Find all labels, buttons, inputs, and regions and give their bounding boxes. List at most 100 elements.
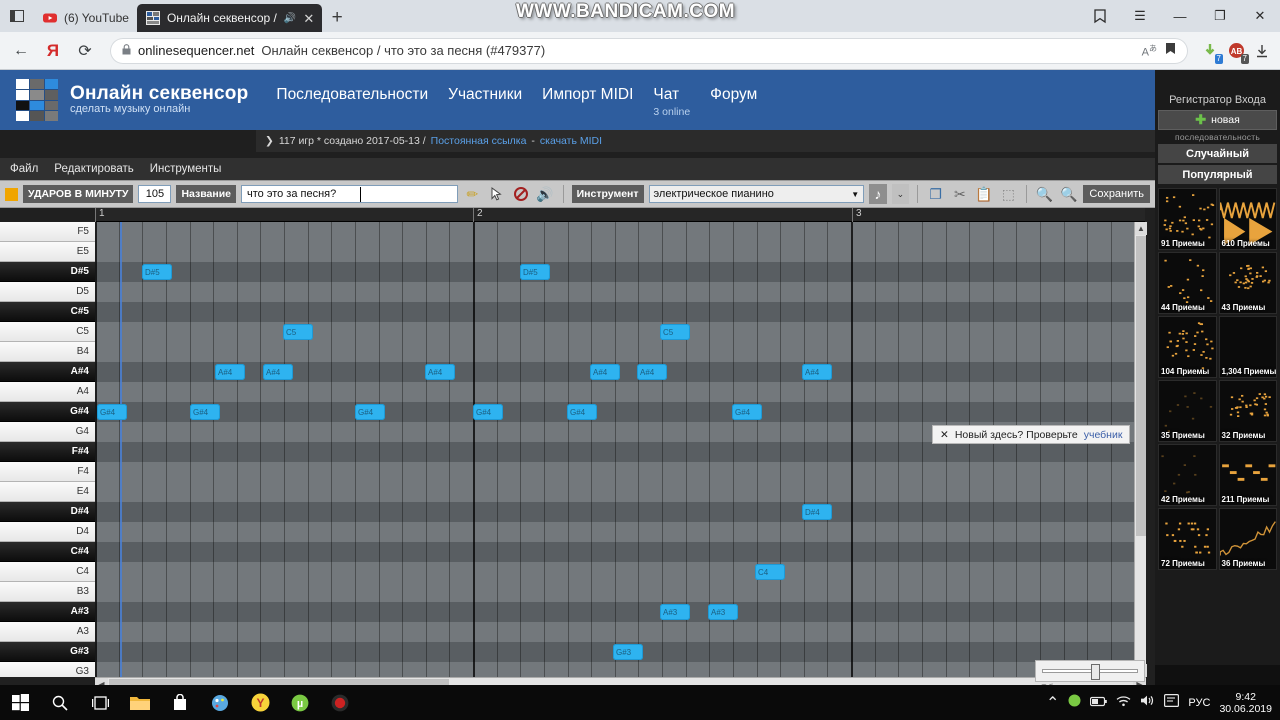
note-block[interactable]: A#4 — [637, 364, 667, 380]
sidebar-tab-random[interactable]: Случайный — [1158, 144, 1277, 163]
piano-key[interactable]: A#3 — [0, 602, 95, 622]
grid-row[interactable] — [95, 302, 1145, 322]
vscroll-thumb[interactable] — [1136, 236, 1146, 536]
reload-icon[interactable]: ⟳ — [70, 36, 100, 66]
zoom-out-icon[interactable]: 🔍 — [1059, 183, 1078, 205]
note-grid[interactable]: G#4D#5G#4A#4A#4C5G#4A#4E3D#5G#4F3A#4G#4F… — [95, 222, 1145, 677]
sequence-thumbnail[interactable]: 42 Приемы — [1158, 444, 1217, 506]
grid-row[interactable] — [95, 402, 1145, 422]
sequence-thumbnail[interactable]: 104 Приемы — [1158, 316, 1217, 378]
grid-row[interactable] — [95, 622, 1145, 642]
piano-key[interactable]: D#5 — [0, 262, 95, 282]
note-block[interactable]: C5 — [660, 324, 690, 340]
scroll-up-icon[interactable]: ▲ — [1135, 222, 1147, 235]
volume-track[interactable] — [1042, 669, 1138, 673]
site-logo-text[interactable]: Онлайн секвенсор сделать музыку онлайн — [70, 84, 248, 115]
note-block[interactable]: G#4 — [190, 404, 220, 420]
taskview-icon[interactable] — [80, 685, 120, 720]
select-icon[interactable]: ⬚ — [999, 183, 1018, 205]
grid-row[interactable] — [95, 462, 1145, 482]
taskbar-clock[interactable]: 9:42 30.06.2019 — [1219, 691, 1272, 715]
grid-row[interactable] — [95, 282, 1145, 302]
note-block[interactable]: D#5 — [520, 264, 550, 280]
search-icon[interactable] — [40, 685, 80, 720]
volume-icon[interactable] — [1140, 694, 1155, 712]
sidebar-tab-popular[interactable]: Популярный — [1158, 165, 1277, 184]
note-block[interactable]: G#4 — [473, 404, 503, 420]
vertical-scrollbar[interactable]: ▲ ▼ — [1134, 222, 1146, 677]
close-icon[interactable]: ✕ — [940, 429, 949, 441]
piano-key[interactable]: E4 — [0, 482, 95, 502]
cursor-tool-icon[interactable] — [487, 183, 506, 205]
volume-tool-icon[interactable]: 🔊 — [535, 183, 554, 205]
note-block[interactable]: A#4 — [802, 364, 832, 380]
nav-item-forum[interactable]: Форум — [710, 86, 757, 104]
paint-icon[interactable] — [200, 685, 240, 720]
tab-sound-icon[interactable]: 🔊 — [284, 13, 296, 24]
piano-key[interactable]: G4 — [0, 422, 95, 442]
piano-key[interactable]: F5 — [0, 222, 95, 242]
note-block[interactable]: A#3 — [660, 604, 690, 620]
tab-online-sequencer[interactable]: Онлайн секвенсор / 🔊 ✕ — [137, 4, 322, 32]
piano-key[interactable]: D5 — [0, 282, 95, 302]
save-button[interactable]: Сохранить — [1083, 185, 1150, 203]
new-tab-button[interactable]: + — [322, 4, 352, 32]
nav-link[interactable]: Импорт MIDI — [542, 86, 633, 104]
yandex-browser-icon[interactable]: Y — [240, 685, 280, 720]
download-helper-icon[interactable]: 7 — [1198, 39, 1222, 63]
nav-item-members[interactable]: Участники — [448, 86, 522, 104]
piano-key[interactable]: A4 — [0, 382, 95, 402]
minimize-icon[interactable]: — — [1160, 0, 1200, 32]
grid-row[interactable] — [95, 542, 1145, 562]
show-hidden-icons[interactable]: ⌃ — [1046, 693, 1059, 713]
menu-file[interactable]: Файл — [10, 163, 38, 175]
note-block[interactable]: D#5 — [142, 264, 172, 280]
nav-item-import-midi[interactable]: Импорт MIDI — [542, 86, 633, 104]
tutorial-link[interactable]: учебник — [1084, 429, 1123, 441]
back-icon[interactable]: ← — [6, 36, 36, 66]
grid-row[interactable] — [95, 222, 1145, 242]
grid-row[interactable] — [95, 242, 1145, 262]
menu-edit[interactable]: Редактировать — [54, 163, 133, 175]
grid-row[interactable] — [95, 382, 1145, 402]
note-block[interactable]: C5 — [283, 324, 313, 340]
menu-tools[interactable]: Инструменты — [150, 163, 222, 175]
bookmark-manager-icon[interactable] — [1080, 0, 1120, 32]
grid-row[interactable] — [95, 342, 1145, 362]
note-block[interactable]: A#4 — [263, 364, 293, 380]
grid-row[interactable] — [95, 442, 1145, 462]
tab-close-icon[interactable]: ✕ — [303, 12, 314, 25]
cut-icon[interactable]: ✂ — [950, 183, 969, 205]
zoom-in-icon[interactable]: 🔍 — [1035, 183, 1054, 205]
note-block[interactable]: G#3 — [613, 644, 643, 660]
note-block[interactable]: A#3 — [708, 604, 738, 620]
grid-row[interactable] — [95, 502, 1145, 522]
instrument-select[interactable]: электрическое пианино ▼ — [649, 185, 865, 203]
note-block[interactable]: A#4 — [590, 364, 620, 380]
maximize-icon[interactable]: ❐ — [1200, 0, 1240, 32]
grid-row[interactable] — [95, 482, 1145, 502]
grid-row[interactable] — [95, 262, 1145, 282]
piano-key[interactable]: G#3 — [0, 642, 95, 662]
grid-row[interactable] — [95, 662, 1145, 677]
utorrent-icon[interactable]: µ — [280, 685, 320, 720]
start-button-icon[interactable] — [0, 685, 40, 720]
piano-key[interactable]: G3 — [0, 662, 95, 677]
piano-key[interactable]: G#4 — [0, 402, 95, 422]
sequence-thumbnail[interactable]: 43 Приемы — [1219, 252, 1278, 314]
nav-item-sequences[interactable]: Последовательности — [276, 86, 428, 104]
language-indicator[interactable]: РУС — [1188, 697, 1210, 709]
piano-key[interactable]: E5 — [0, 242, 95, 262]
nav-item-chat[interactable]: Чат 3 online — [653, 86, 690, 118]
copy-icon[interactable]: ❐ — [926, 183, 945, 205]
playhead[interactable] — [120, 222, 122, 677]
nav-link[interactable]: Чат — [653, 86, 690, 104]
microsoft-store-icon[interactable] — [160, 685, 200, 720]
piano-key[interactable]: A#4 — [0, 362, 95, 382]
volume-thumb[interactable] — [1091, 664, 1100, 680]
note-block[interactable]: G#4 — [732, 404, 762, 420]
note-block[interactable]: A#4 — [215, 364, 245, 380]
sequence-thumbnail[interactable]: 1,304 Приемы — [1219, 316, 1278, 378]
play-stop-button[interactable] — [5, 188, 18, 201]
sequence-thumbnail[interactable]: 211 Приемы — [1219, 444, 1278, 506]
